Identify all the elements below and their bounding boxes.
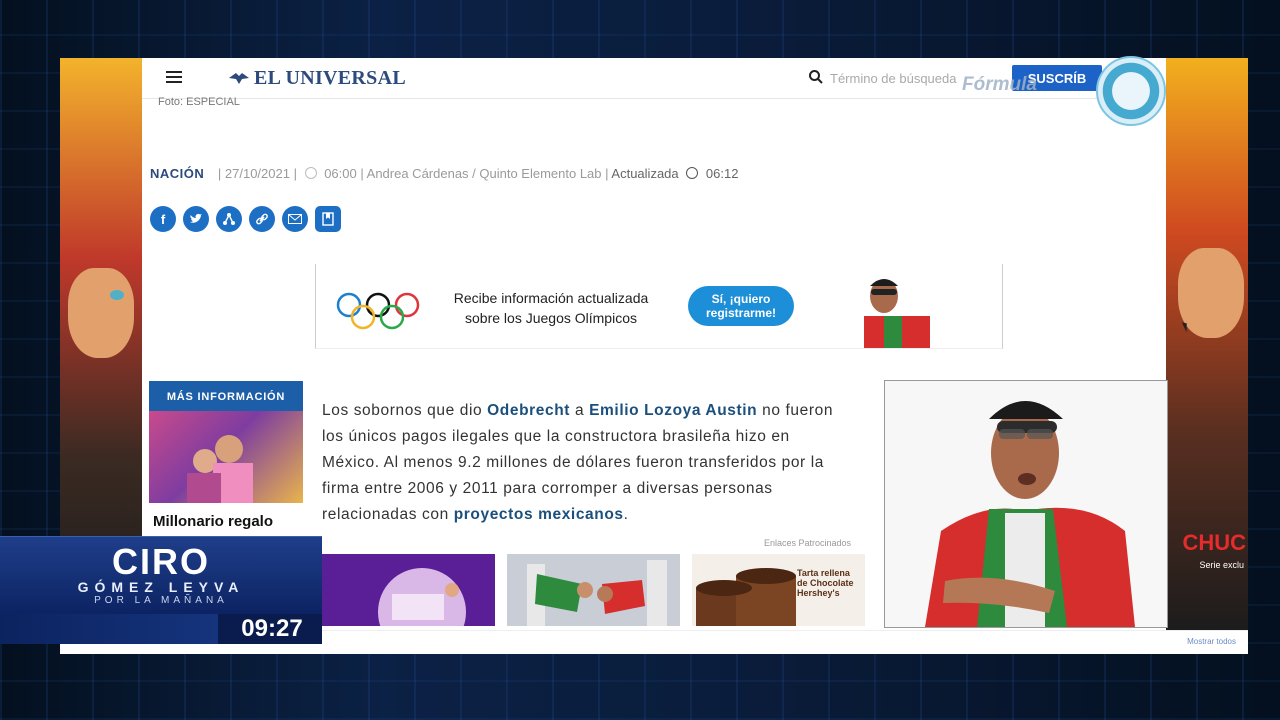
logo-text: EL UNIVERSAL (254, 67, 406, 89)
ad-character-eye (110, 290, 124, 300)
text-run: no fueron los únicos pagos ilegales que … (322, 402, 834, 523)
show-name: CIRO (112, 541, 210, 582)
proyectos-link[interactable]: proyectos mexicanos (454, 506, 624, 523)
side-ad-title: CHUC (1182, 530, 1246, 555)
athlete-image (864, 279, 930, 348)
show-all-link[interactable]: Mostrar todos (1187, 637, 1236, 646)
publish-date: | 27/10/2021 | (217, 166, 297, 181)
show-host: GÓMEZ LEYVA (77, 579, 245, 595)
search-icon[interactable] (808, 69, 824, 85)
updated-time: 06:12 (705, 166, 739, 181)
flag-celebration-image (507, 554, 680, 626)
broadcast-clock: 09:27 (222, 614, 322, 644)
menu-icon[interactable] (166, 71, 182, 83)
tv-show-lower-third: CIRO GÓMEZ LEYVA POR LA MAÑANA 09:27 (0, 536, 322, 644)
article-paragraph: Los sobornos que dio Odebrecht a Emilio … (322, 398, 852, 528)
sponsored-item[interactable] (322, 554, 495, 626)
share-icon[interactable] (216, 206, 242, 232)
updated-label: Actualizada (611, 166, 679, 181)
bookmark-icon[interactable] (315, 206, 341, 232)
people-photo (187, 435, 253, 503)
show-clock-bar: 09:27 (0, 614, 322, 644)
sponsored-links: Tarta rellena de Chocolate Hershey's (322, 554, 865, 626)
text-run: . (623, 506, 629, 523)
more-info-image[interactable] (149, 411, 303, 503)
sponsored-caption: Tarta rellena de Chocolate Hershey's (797, 568, 854, 598)
article-meta: NACIÓN | 27/10/2021 | 06:00 | Andrea Cár… (150, 166, 738, 181)
text-run: a (570, 402, 590, 419)
promo-image (378, 568, 466, 626)
side-ad-subtitle: Serie exclu (1199, 560, 1244, 570)
banner-text: Recibe información actualizada sobre los… (453, 290, 649, 326)
sponsored-item[interactable] (507, 554, 680, 626)
athlete-image (885, 381, 1167, 627)
athlete-photo[interactable] (884, 380, 1168, 628)
email-icon[interactable] (282, 206, 308, 232)
show-title-box: CIRO GÓMEZ LEYVA POR LA MAÑANA (0, 536, 322, 615)
odebrecht-link[interactable]: Odebrecht (487, 402, 570, 419)
formula-logo-text: Fórmula (962, 74, 1037, 95)
register-button[interactable]: Sí, ¡quiero registrarme! (688, 286, 794, 326)
more-info-card[interactable]: MÁS INFORMACIÓN Millonario regalo (149, 381, 303, 530)
updated-info: Actualizada 06:12 (611, 166, 738, 181)
formula-logo-icon (1096, 56, 1166, 126)
link-icon[interactable] (249, 206, 275, 232)
clock-bar-strip (0, 614, 218, 644)
lozoya-link[interactable]: Emilio Lozoya Austin (589, 402, 757, 419)
sponsored-item[interactable]: Tarta rellena de Chocolate Hershey's (692, 554, 865, 626)
share-buttons: f (150, 206, 341, 232)
author-line: | Andrea Cárdenas / Quinto Elemento Lab … (360, 166, 609, 181)
sponsored-label: Enlaces Patrocinados (764, 538, 852, 548)
more-info-heading: MÁS INFORMACIÓN (149, 381, 303, 411)
section-label[interactable]: NACIÓN (150, 166, 204, 181)
formula-logo: Fórmula (960, 56, 1170, 126)
show-tagline: POR LA MAÑANA (94, 595, 228, 606)
side-ad-right[interactable]: CHUC Serie exclu (1166, 58, 1248, 630)
photo-credit: Foto: ESPECIAL (158, 96, 240, 108)
clock-icon (304, 167, 317, 179)
facebook-icon[interactable]: f (150, 206, 176, 232)
olympic-rings-icon (336, 292, 420, 330)
ad-character-face (68, 268, 134, 358)
search-input[interactable] (828, 67, 982, 89)
eagle-logo-icon (229, 73, 249, 84)
olympics-banner[interactable]: Recibe información actualizada sobre los… (315, 264, 1003, 349)
text-run: Los sobornos que dio (322, 402, 488, 419)
more-info-title[interactable]: Millonario regalo (149, 513, 303, 530)
publish-time: 06:00 (324, 166, 357, 181)
ad-character-face (1178, 248, 1244, 338)
clock-icon (686, 167, 699, 179)
site-logo[interactable]: EL UNIVERSAL (228, 67, 406, 90)
twitter-icon[interactable] (183, 206, 209, 232)
